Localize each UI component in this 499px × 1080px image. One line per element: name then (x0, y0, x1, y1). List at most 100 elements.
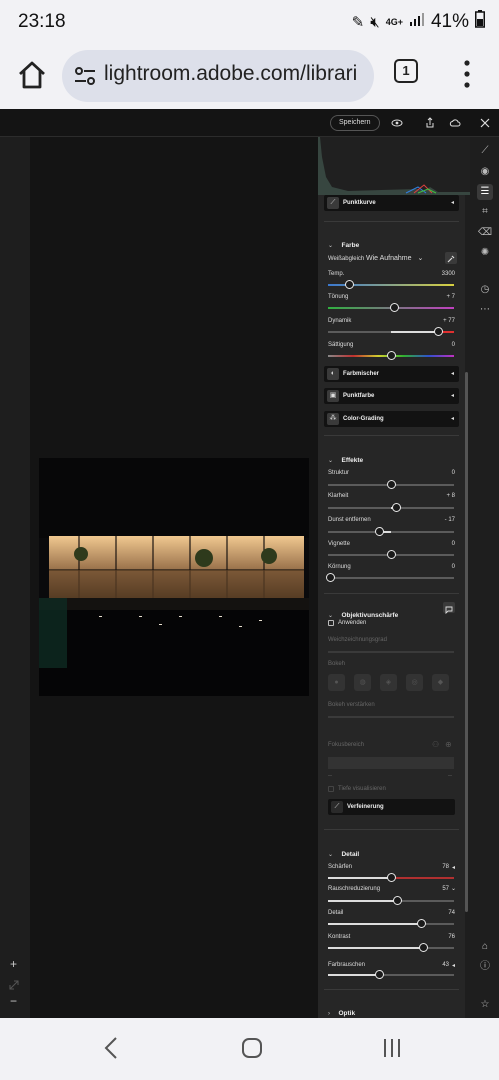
vignette-slider[interactable] (328, 550, 454, 559)
home-nav-icon[interactable] (240, 1036, 264, 1065)
share-icon[interactable] (422, 115, 438, 131)
zoom-out-button[interactable]: − (10, 994, 17, 1008)
triangle-left-icon[interactable]: ◂ (452, 962, 455, 969)
effekte-header[interactable]: ⌄ Effekte (328, 449, 363, 467)
chevron-down-icon[interactable]: ⌄ (451, 885, 456, 892)
masking-icon[interactable]: ✺ (477, 245, 493, 261)
klarheit-knob[interactable] (391, 503, 401, 512)
cloud-icon[interactable] (447, 115, 463, 131)
triangle-left-icon[interactable]: ◂ (452, 864, 455, 871)
detail-fill (328, 923, 422, 925)
temp-value[interactable]: 3300 (442, 271, 455, 277)
saturation-slider[interactable] (328, 351, 454, 360)
tint-knob[interactable] (390, 303, 400, 312)
struktur-slider[interactable] (328, 480, 454, 489)
contrast-slider[interactable] (328, 943, 454, 952)
contrast-fill (328, 947, 424, 949)
wb-dropdown[interactable]: Wie Aufnahme ⌄ (366, 254, 423, 262)
klarheit-value[interactable]: + 8 (446, 493, 455, 499)
bokeh-circle-icon: ● (328, 674, 345, 691)
home-icon[interactable] (14, 57, 50, 93)
panel-scrollbar[interactable] (465, 137, 468, 1018)
site-settings-icon[interactable] (74, 65, 96, 87)
back-icon[interactable] (100, 1036, 124, 1065)
address-bar[interactable]: lightroom.adobe.com/librari (62, 50, 374, 102)
detail-knob[interactable] (416, 919, 426, 928)
close-icon[interactable] (477, 115, 493, 131)
apply-label: Anwenden (338, 620, 367, 626)
noise-value[interactable]: 57 (442, 886, 449, 892)
auto-wand-icon[interactable]: ⟋ (477, 143, 493, 159)
koernung-value[interactable]: 0 (452, 564, 455, 570)
recents-icon[interactable] (380, 1036, 404, 1065)
klarheit-slider[interactable] (328, 503, 454, 512)
info-icon[interactable]: ⓘ (477, 959, 493, 975)
detail-header[interactable]: ⌄ Detail (328, 843, 359, 861)
temp-knob[interactable] (344, 280, 354, 289)
zoom-in-button[interactable]: + (10, 957, 17, 971)
tab-switcher-button[interactable]: 1 (394, 59, 418, 83)
feedback-icon[interactable] (443, 602, 455, 615)
sharpen-knob[interactable] (386, 873, 396, 882)
color-noise-knob[interactable] (375, 970, 385, 979)
refine-row[interactable]: ⟋ Verfeinerung (328, 799, 455, 815)
vibrance-knob[interactable] (434, 327, 444, 336)
color-noise-value[interactable]: 43 (442, 962, 449, 968)
saturation-label: Sättigung (328, 342, 354, 348)
color-noise-slider[interactable] (328, 970, 454, 979)
noise-knob[interactable] (392, 896, 402, 905)
struktur-knob[interactable] (386, 480, 396, 489)
apply-checkbox[interactable] (328, 620, 334, 626)
contrast-knob[interactable] (419, 943, 429, 952)
signal-icon (409, 11, 425, 33)
chevron-right-icon: › (328, 1011, 330, 1017)
tint-value[interactable]: + 7 (446, 294, 455, 300)
fit-icon[interactable] (9, 977, 19, 995)
farbe-header[interactable]: ⌄ Farbe (328, 234, 359, 252)
more-menu-icon[interactable] (459, 59, 475, 89)
vignette-knob[interactable] (386, 550, 396, 559)
triangle-left-icon: ◂ (450, 393, 454, 399)
dehaze-knob[interactable] (375, 527, 385, 536)
koernung-slider[interactable] (326, 573, 454, 582)
farbe-title: Farbe (341, 242, 360, 249)
histogram (318, 137, 470, 195)
star-icon[interactable]: ☆ (477, 997, 493, 1013)
sharpen-label: Schärfen (328, 864, 353, 870)
dehaze-slider[interactable] (328, 527, 454, 536)
sharpen-slider[interactable] (328, 873, 454, 882)
dehaze-value[interactable]: - 17 (445, 517, 455, 523)
vibrance-value[interactable]: + 77 (443, 318, 455, 324)
vibrance-slider[interactable] (328, 327, 454, 336)
scrollbar-thumb[interactable] (465, 372, 468, 912)
presets-icon[interactable]: ◉ (477, 164, 493, 180)
history-icon[interactable]: ◷ (477, 282, 493, 298)
color-grading-row[interactable]: ⁂ Color-Grading ◂ (324, 411, 459, 427)
detail-slider[interactable] (328, 919, 454, 928)
eyedropper-icon[interactable] (445, 252, 457, 264)
tint-label: Tönung (328, 294, 349, 300)
eye-icon[interactable] (389, 115, 405, 131)
noise-slider[interactable] (328, 896, 454, 905)
crop-icon[interactable]: ⌗ (477, 204, 493, 220)
detail-value[interactable]: 74 (448, 910, 455, 916)
contrast-value[interactable]: 76 (448, 934, 455, 940)
photo-canvas[interactable] (30, 137, 318, 1018)
farbmischer-row[interactable]: ◐ Farbmischer ◂ (324, 366, 459, 382)
save-button[interactable]: Speichern (330, 115, 380, 131)
edit-sliders-icon[interactable]: ☰ (477, 184, 493, 200)
punktfarbe-row[interactable]: ▣ Punktfarbe ◂ (324, 388, 459, 404)
vignette-value[interactable]: 0 (452, 541, 455, 547)
temp-slider[interactable] (328, 280, 454, 289)
saturation-value[interactable]: 0 (452, 342, 455, 348)
eraser-icon[interactable]: ⌫ (477, 225, 493, 241)
url-text[interactable]: lightroom.adobe.com/librari (104, 62, 366, 86)
struktur-value[interactable]: 0 (452, 470, 455, 476)
koernung-knob[interactable] (326, 573, 336, 582)
more-icon[interactable]: ⋯ (477, 302, 493, 318)
tint-slider[interactable] (328, 303, 454, 312)
punktkurve-row[interactable]: ⟋ Punktkurve ◂ (324, 195, 459, 211)
tag-icon[interactable]: ⌂ (477, 939, 493, 955)
saturation-knob[interactable] (386, 351, 396, 360)
sharpen-value[interactable]: 78 (442, 864, 449, 870)
